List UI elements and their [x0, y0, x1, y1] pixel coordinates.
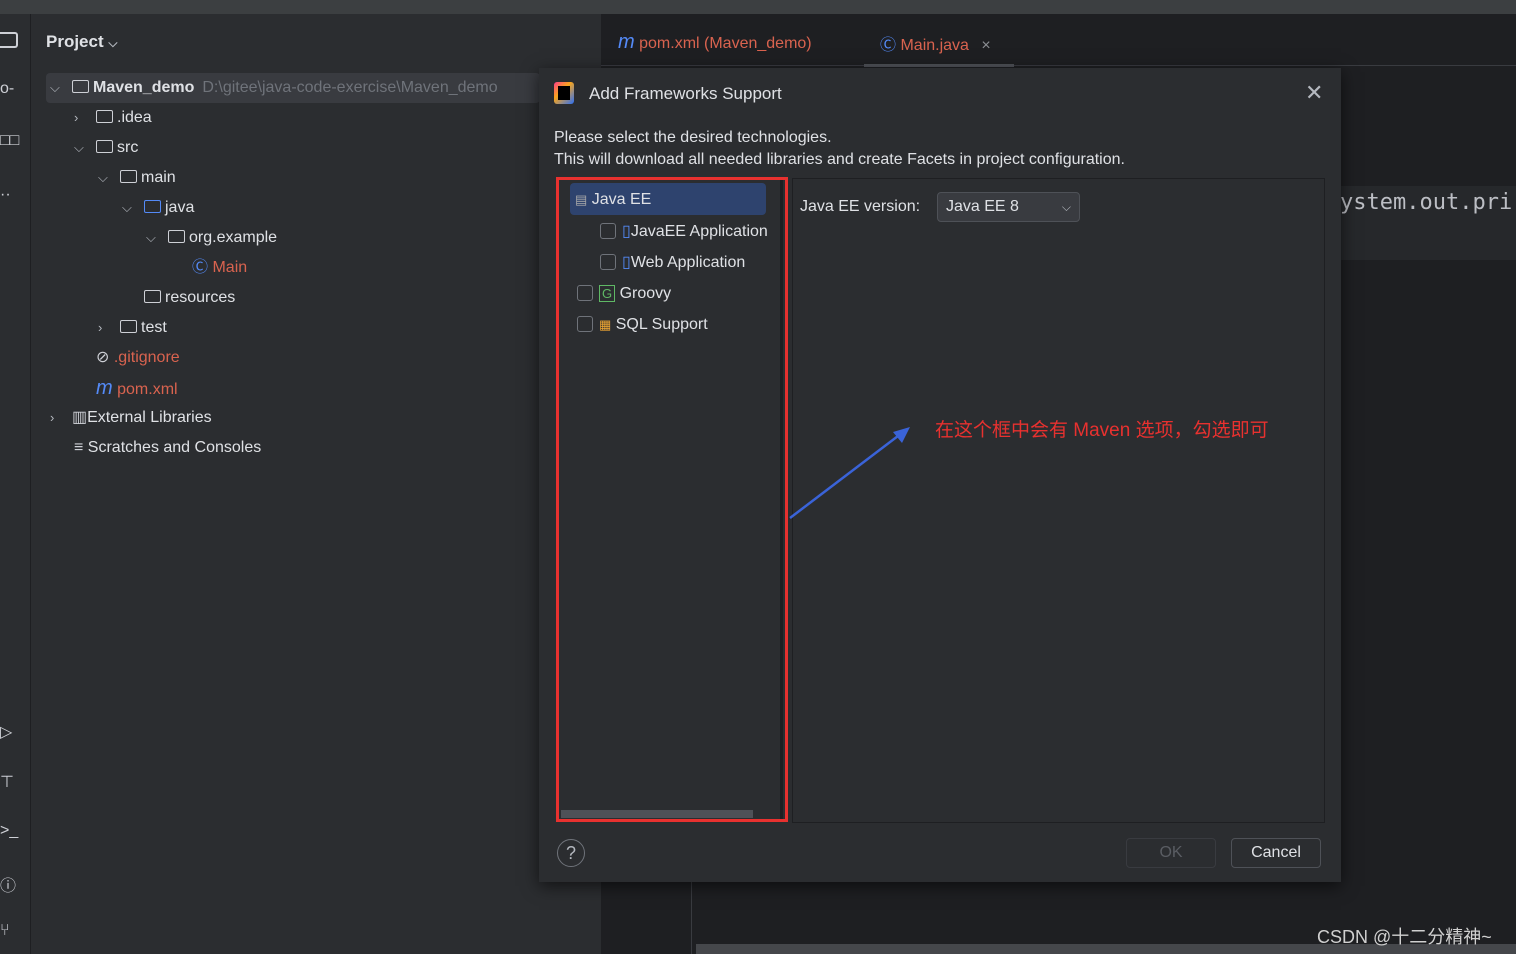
- annotation-text: 在这个框中会有 Maven 选项，勾选即可: [935, 420, 1269, 441]
- arrow-head: [893, 427, 910, 443]
- annotation-arrow: [789, 427, 910, 519]
- arrow-line: [789, 435, 899, 519]
- watermark: CSDN @十二分精神~: [1317, 927, 1492, 947]
